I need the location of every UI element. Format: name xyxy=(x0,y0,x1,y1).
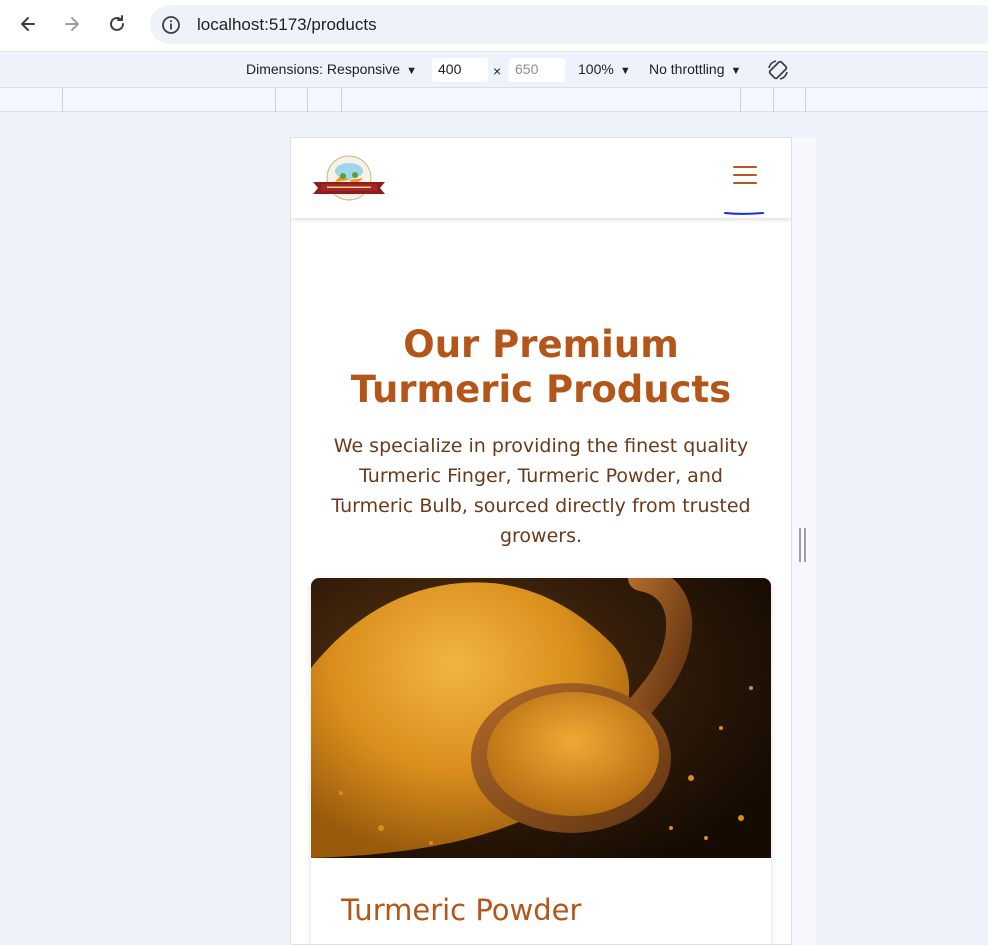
hero-description: We specialize in providing the finest qu… xyxy=(331,435,751,547)
caret-down-icon: ▼ xyxy=(406,65,417,77)
media-query-ruler xyxy=(0,88,988,112)
throttling-dropdown[interactable]: No throttling ▼ xyxy=(649,61,741,77)
ruler-tick[interactable] xyxy=(62,88,63,112)
ruler-tick[interactable] xyxy=(740,88,741,112)
site-header xyxy=(291,138,791,218)
reload-icon xyxy=(110,15,124,31)
address-bar[interactable]: localhost:5173/products xyxy=(150,5,988,44)
product-card[interactable]: Turmeric Powder xyxy=(311,578,771,944)
info-icon[interactable] xyxy=(160,14,182,36)
url-text[interactable]: localhost:5173/products xyxy=(197,15,377,35)
arrow-right-icon xyxy=(65,17,79,31)
throttling-label: No throttling xyxy=(649,61,725,77)
device-toolbar: Dimensions: Responsive ▼ 400 × 650 100% ▼ … xyxy=(0,52,988,88)
page-title: Our Premium Turmeric Products xyxy=(350,323,732,411)
ruler-tick[interactable] xyxy=(275,88,276,112)
turmeric-powder-image xyxy=(311,578,771,858)
arrow-left-icon xyxy=(21,17,35,31)
hamburger-menu-icon[interactable] xyxy=(733,166,757,190)
product-name: Turmeric Powder xyxy=(341,893,582,927)
width-input[interactable]: 400 xyxy=(432,58,488,82)
dimensions-dropdown[interactable]: Dimensions: Responsive ▼ xyxy=(246,61,417,77)
ruler-tick[interactable] xyxy=(307,88,308,112)
zoom-dropdown[interactable]: 100% ▼ xyxy=(578,61,631,77)
ruler-tick[interactable] xyxy=(341,88,342,112)
browser-toolbar: localhost:5173/products xyxy=(0,0,988,52)
resize-handle[interactable] xyxy=(799,528,807,562)
zoom-label: 100% xyxy=(578,61,614,77)
height-input[interactable]: 650 xyxy=(509,58,565,82)
caret-down-icon: ▼ xyxy=(730,65,742,77)
device-viewport: Our Premium Turmeric Products We special… xyxy=(290,137,792,945)
reload-button[interactable] xyxy=(102,9,132,39)
caret-down-icon: ▼ xyxy=(619,65,631,77)
ruler-tick[interactable] xyxy=(773,88,774,112)
dimensions-label: Dimensions: Responsive xyxy=(246,61,401,77)
pen-annotation xyxy=(724,212,764,215)
ruler-tick[interactable] xyxy=(805,88,806,112)
brand-logo-icon[interactable] xyxy=(311,152,387,204)
back-button[interactable] xyxy=(13,9,43,39)
rotate-icon[interactable] xyxy=(766,58,790,82)
dimension-separator: × xyxy=(493,63,502,79)
forward-button[interactable] xyxy=(57,9,87,39)
